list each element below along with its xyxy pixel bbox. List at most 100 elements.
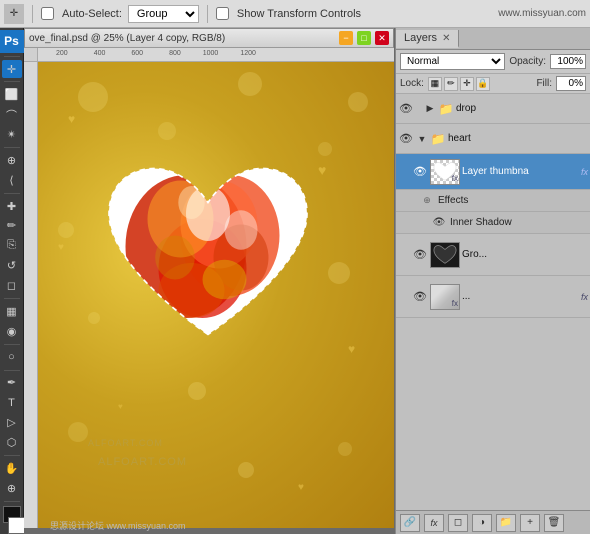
tool-sep-7 [4,370,20,371]
bokeh-background: ♥ ♥ ♥ ♥ ♥ ♥ [38,62,394,528]
lasso-tool[interactable]: ⌒ [2,105,22,124]
blur-tool[interactable]: ◉ [2,322,22,341]
ruler-tick: 800 [169,50,181,61]
eyedrop-tool[interactable]: ⟨ [2,171,22,190]
layers-panel: Layers ✕ Normal Opacity: Lock: ▦ ✏ ✛ 🔒 F… [395,28,590,534]
thumb-fx-badge-hand: fx [452,299,458,308]
history-tool[interactable]: ↺ [2,256,22,275]
doc-title: ove_final.psd @ 25% (Layer 4 copy, RGB/8… [29,33,335,44]
layer-item-heart[interactable]: 👁 ▼ 📁 heart [396,124,590,154]
crop-tool[interactable]: ⊕ [2,151,22,170]
ruler-corner [24,48,38,62]
group-dropdown[interactable]: Group [128,5,199,23]
layer-item-hand[interactable]: 👁 fx ... fx [396,276,590,318]
restore-button[interactable]: □ [357,31,371,45]
layer-item-thumbnail[interactable]: 👁 fx Layer thumbna fx [396,154,590,190]
zoom-tool[interactable]: ⊕ [2,479,22,498]
move-tool[interactable]: ✛ [2,60,22,79]
layer-item-gro[interactable]: 👁 Gro... [396,234,590,276]
heart-canvas [98,142,318,362]
clone-tool[interactable]: ⎘ [2,236,22,255]
new-layer-btn[interactable]: + [520,514,540,532]
lock-transparent-btn[interactable]: ▦ [428,77,442,91]
marquee-tool[interactable]: ⬜ [2,85,22,104]
layers-tab[interactable]: Layers ✕ [396,30,459,48]
eye-icon-hand[interactable]: 👁 [412,289,428,305]
auto-select-checkbox[interactable] [41,7,54,20]
bokeh-heart: ♥ [298,482,304,493]
adjustment-btn[interactable]: ◑ [472,514,492,532]
ruler-tick: 600 [131,50,143,61]
eraser-tool[interactable]: ◻ [2,276,22,295]
delete-layer-btn[interactable]: 🗑 [544,514,564,532]
shape-tool[interactable]: ⬡ [2,433,22,452]
ruler-vertical [24,62,38,528]
brush-tool[interactable]: ✏ [2,217,22,236]
expand-heart[interactable]: ▼ [416,133,428,145]
ps-logo: Ps [0,30,24,53]
link-layers-btn[interactable]: 🔗 [400,514,420,532]
layers-tab-bar: Layers ✕ [396,28,590,50]
bokeh-heart: ♥ [58,242,64,253]
heart-svg [98,142,318,362]
inner-shadow-item: 👁 Inner Shadow [396,212,590,234]
bokeh-heart: ♥ [318,162,326,178]
lock-position-btn[interactable]: ✛ [460,77,474,91]
thumb-fx-badge: fx [452,174,458,183]
document-window: ove_final.psd @ 25% (Layer 4 copy, RGB/8… [24,28,394,528]
fill-input[interactable] [556,76,586,91]
opacity-input[interactable] [550,54,586,69]
mask-btn[interactable]: ◻ [448,514,468,532]
bokeh-dot [338,442,352,456]
effects-icon: ⊕ [420,194,434,208]
bokeh-dot [238,462,254,478]
tool-sep-3 [4,147,20,148]
path-tool[interactable]: ▷ [2,413,22,432]
layer-item-drop[interactable]: 👁 ▶ 📁 drop [396,94,590,124]
lock-image-btn[interactable]: ✏ [444,77,458,91]
layers-tab-label: Layers [404,32,437,44]
gradient-tool[interactable]: ▦ [2,302,22,321]
fx-btn[interactable]: fx [424,514,444,532]
pen-tool[interactable]: ✒ [2,373,22,392]
bokeh-dot [58,222,74,238]
eye-icon-inner-shadow[interactable]: 👁 [432,216,446,230]
layers-tab-close[interactable]: ✕ [442,33,450,44]
transform-checkbox[interactable] [216,7,229,20]
expand-drop[interactable]: ▶ [424,103,436,115]
tool-sep-6 [4,344,20,345]
auto-select-label: Auto-Select: [62,8,122,20]
lock-all-btn[interactable]: 🔒 [476,77,490,91]
inner-shadow-label: Inner Shadow [450,217,512,228]
group-btn[interactable]: 📁 [496,514,516,532]
lock-icons: ▦ ✏ ✛ 🔒 [428,77,490,91]
heal-tool[interactable]: ✚ [2,197,22,216]
minimize-button[interactable]: − [339,31,353,45]
watermark-canvas-2: ALFOART.COM [88,438,163,448]
toolbar-separator [32,5,33,23]
watermark-canvas: ALFOART.COM [98,456,187,468]
text-tool[interactable]: T [2,393,22,412]
main-area: Ps ✛ ⬜ ⌒ ✴ ⊕ ⟨ ✚ ✏ ⎘ ↺ ◻ ▦ ◉ ○ ✒ T ▷ ⬡ ✋… [0,28,590,534]
bokeh-dot [238,72,262,96]
layer-list: 👁 ▶ 📁 drop 👁 ▼ 📁 heart 👁 [396,94,590,510]
bokeh-heart: ♥ [118,402,123,411]
ruler-tick: 1000 [203,50,219,61]
move-tool-icon[interactable]: ✛ [4,4,24,24]
bokeh-dot [68,422,88,442]
bokeh-dot [188,382,206,400]
eye-icon-gro[interactable]: 👁 [412,247,428,263]
blend-mode-select[interactable]: Normal [400,53,505,70]
eye-icon-heart[interactable]: 👁 [398,131,414,147]
eye-icon-thumb[interactable]: 👁 [412,164,428,180]
effects-header: ⊕ Effects [396,190,590,212]
fx-badge-thumbnail: fx [581,167,588,177]
hand-tool[interactable]: ✋ [2,459,22,478]
close-button[interactable]: ✕ [375,31,389,45]
magic-wand-tool[interactable]: ✴ [2,125,22,144]
effects-label: Effects [438,195,468,206]
eye-icon-drop[interactable]: 👁 [398,101,414,117]
toolbar-separator-2 [207,5,208,23]
dodge-tool[interactable]: ○ [2,348,22,367]
bokeh-dot [78,82,108,112]
